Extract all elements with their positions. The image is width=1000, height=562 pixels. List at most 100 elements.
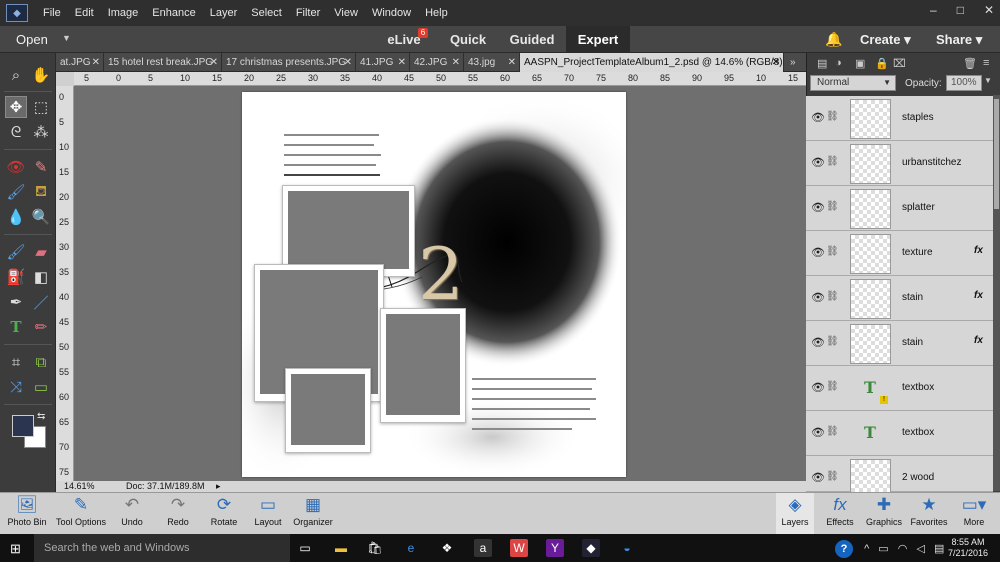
more-panels-button[interactable]: ▭▾ More — [956, 493, 992, 535]
file-explorer-icon[interactable]: ▬ — [332, 539, 350, 557]
swap-colors-icon[interactable]: ⇆ — [37, 411, 45, 422]
favorites-panel-button[interactable]: ★ Favorites — [908, 493, 950, 535]
visibility-eye-icon[interactable]: 👁 — [811, 381, 825, 394]
tab-document[interactable]: 41.JPG ✕ — [356, 53, 410, 72]
new-adjustment-icon[interactable]: ◑ — [835, 57, 842, 69]
taskbar-clock[interactable]: 8:55 AM 7/21/2016 — [948, 537, 988, 559]
notifications-icon[interactable]: ▤ — [934, 543, 944, 555]
graphics-panel-button[interactable]: ✚ Graphics — [864, 493, 904, 535]
layer-row[interactable]: 👁 ⛓ urbanstitchez — [806, 141, 993, 186]
layer-row[interactable]: 👁 ⛓ 2 wood — [806, 456, 993, 499]
menu-edit[interactable]: Edit — [75, 7, 94, 19]
type-tool-icon[interactable]: T — [5, 316, 27, 338]
panel-menu-icon[interactable]: ≡ — [983, 57, 989, 69]
visibility-eye-icon[interactable]: 👁 — [811, 201, 825, 214]
layer-style-fx-icon[interactable]: fx — [974, 245, 983, 256]
pencil-tool-icon[interactable]: ✏ — [30, 316, 52, 338]
tab-document-active[interactable]: AASPN_ProjectTemplateAlbum1_2.psd @ 14.6… — [520, 53, 784, 72]
mode-quick[interactable]: Quick — [440, 26, 496, 53]
link-icon[interactable]: ⛓ — [826, 336, 839, 347]
menu-file[interactable]: File — [43, 7, 61, 19]
recompose-tool-icon[interactable]: ⧉ — [30, 351, 52, 373]
layer-row[interactable]: 👁 ⛓ stain fx — [806, 321, 993, 366]
help-icon[interactable]: ? — [835, 540, 853, 558]
tab-document[interactable]: 17 christmas presents.JPG ✕ — [222, 53, 356, 72]
new-layer-icon[interactable]: ▤ — [817, 57, 827, 70]
sponge-tool-icon[interactable]: 🔍 — [30, 206, 52, 228]
move-tool-icon[interactable]: ✥ — [5, 96, 27, 118]
share-button[interactable]: Share ▾ — [936, 32, 982, 48]
smart-brush-icon[interactable]: 🖌 — [5, 181, 27, 203]
link-icon[interactable]: ⛓ — [826, 291, 839, 302]
layers-scrollbar[interactable] — [993, 95, 1000, 491]
visibility-eye-icon[interactable]: 👁 — [811, 426, 825, 439]
effects-panel-button[interactable]: fx Effects — [822, 493, 858, 535]
task-view-icon[interactable]: ▭ — [296, 539, 314, 557]
link-icon[interactable]: ⛓ — [826, 381, 839, 392]
photo-bin-button[interactable]: 🖼 Photo Bin — [4, 493, 50, 535]
tool-options-button[interactable]: ✎ Tool Options — [54, 493, 108, 535]
layout-button[interactable]: ▭ Layout — [250, 493, 286, 535]
edge-browser-icon[interactable]: e — [402, 539, 420, 557]
yahoo-icon[interactable]: Y — [546, 539, 564, 557]
layer-row[interactable]: 👁 ⛓ staples — [806, 96, 993, 141]
document-canvas[interactable]: 2 — [242, 92, 626, 477]
paint-bucket-icon[interactable]: ⛽ — [5, 266, 27, 288]
marquee-tool-icon[interactable]: ⬚ — [30, 96, 52, 118]
blend-mode-select[interactable]: Normal ▼ — [810, 75, 896, 91]
link-icon[interactable]: ⛓ — [826, 246, 839, 257]
link-icon[interactable]: ⛓ — [826, 201, 839, 212]
healing-brush-icon[interactable]: ✎ — [30, 156, 52, 178]
gradient-tool-icon[interactable]: ◧ — [30, 266, 52, 288]
menu-select[interactable]: Select — [251, 7, 282, 19]
lasso-tool-icon[interactable]: ᘓ — [5, 121, 27, 143]
layer-row[interactable]: 👁 ⛓ texture fx — [806, 231, 993, 276]
layers-panel-button[interactable]: ◈ Layers — [776, 493, 814, 535]
zoom-tool-icon[interactable]: ⌕ — [5, 64, 27, 86]
lock-all-icon[interactable]: 🔒 — [875, 57, 889, 70]
taskbar-search-input[interactable]: Search the web and Windows — [34, 534, 290, 562]
tab-document[interactable]: at.JPG ✕ — [56, 53, 104, 72]
status-menu-icon[interactable]: ▸ — [216, 481, 221, 492]
link-icon[interactable]: ⛓ — [826, 426, 839, 437]
battery-icon[interactable]: ▭ — [878, 543, 888, 555]
red-eye-tool-icon[interactable]: 👁 — [5, 156, 27, 178]
create-button[interactable]: Create ▾ — [860, 32, 911, 48]
crop-tool-icon[interactable]: ⌗ — [5, 351, 27, 373]
straighten-tool-icon[interactable]: ▭ — [30, 376, 52, 398]
eraser-tool-icon[interactable]: ▰ — [30, 241, 52, 263]
content-aware-move-icon[interactable]: ⤨ — [5, 376, 27, 398]
link-icon[interactable]: ⛓ — [826, 156, 839, 167]
foreground-color-swatch-front[interactable] — [12, 415, 34, 437]
visibility-eye-icon[interactable]: 👁 — [811, 336, 825, 349]
organizer-button[interactable]: ▦ Organizer — [292, 493, 334, 535]
blur-tool-icon[interactable]: 💧 — [5, 206, 27, 228]
volume-icon[interactable]: ◁ — [916, 543, 924, 555]
open-button[interactable]: Open — [16, 32, 48, 47]
delete-layer-icon[interactable]: 🗑 — [963, 57, 977, 70]
clone-stamp-icon[interactable]: ⛾ — [30, 181, 52, 203]
menu-help[interactable]: Help — [425, 7, 448, 19]
layer-row[interactable]: 👁 ⛓ T textbox — [806, 411, 993, 456]
dropbox-icon[interactable]: ❖ — [438, 539, 456, 557]
custom-shape-icon[interactable]: ／ — [30, 291, 52, 313]
undo-button[interactable]: ↶ Undo — [114, 493, 150, 535]
amazon-icon[interactable]: a — [474, 539, 492, 557]
menu-filter[interactable]: Filter — [296, 7, 320, 19]
close-button[interactable]: ✕ — [984, 3, 994, 17]
office-icon[interactable]: W — [510, 539, 528, 557]
tab-document[interactable]: 43.jpg ✕ — [464, 53, 520, 72]
link-icon[interactable]: ⛓ — [826, 471, 839, 482]
opacity-input[interactable]: 100% — [946, 75, 982, 91]
menu-window[interactable]: Window — [372, 7, 411, 19]
layer-style-fx-icon[interactable]: fx — [974, 290, 983, 301]
layer-row[interactable]: 👁 ⛓ T ! textbox — [806, 366, 993, 411]
hand-tool-icon[interactable]: ✋ — [30, 64, 52, 86]
zoom-level[interactable]: 14.61% — [64, 481, 95, 491]
tab-document[interactable]: 15 hotel rest break.JPG ✕ — [104, 53, 222, 72]
lock-transparent-icon[interactable]: ⌧ — [893, 57, 906, 70]
notification-bell-icon[interactable]: 🔔 — [825, 31, 842, 48]
layer-row[interactable]: 👁 ⛓ splatter — [806, 186, 993, 231]
tray-overflow-icon[interactable]: ^ — [864, 543, 869, 555]
mode-guided[interactable]: Guided — [500, 26, 564, 53]
